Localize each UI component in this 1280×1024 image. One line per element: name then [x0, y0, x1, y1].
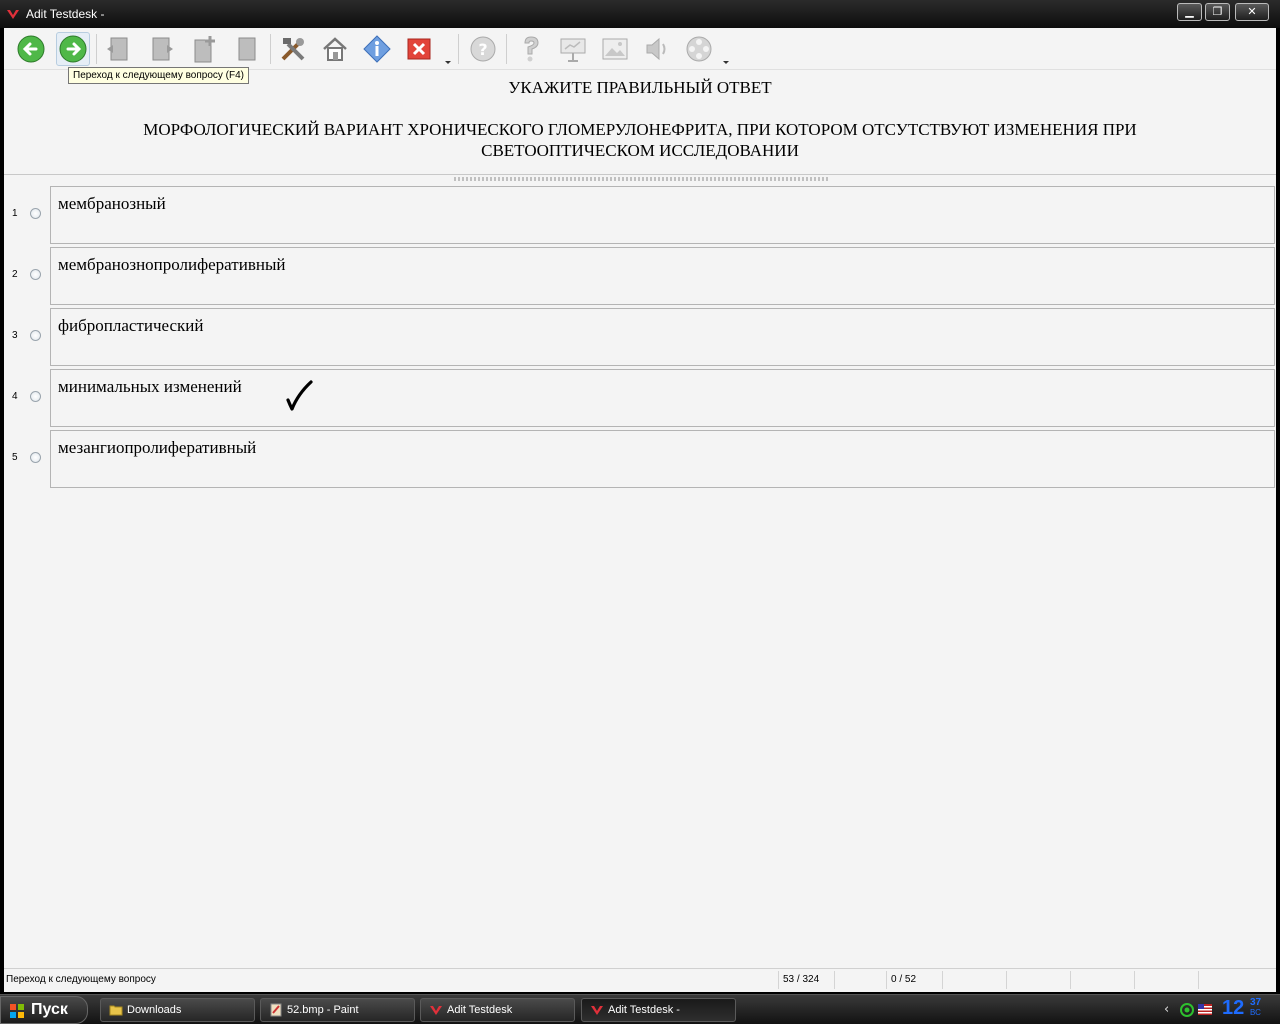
- status-cell-empty: [1134, 971, 1198, 989]
- presentation-icon[interactable]: [556, 32, 590, 66]
- toolbar-separator: [458, 34, 459, 64]
- back-arrow-icon[interactable]: [14, 32, 48, 66]
- answer-number: 5: [12, 452, 18, 463]
- page-icon[interactable]: [230, 32, 264, 66]
- network-icon[interactable]: [1180, 1003, 1194, 1017]
- question-prompt: УКАЖИТЕ ПРАВИЛЬНЫЙ ОТВЕТ: [508, 78, 772, 97]
- task-testdesk-active[interactable]: Adit Testdesk -: [581, 998, 736, 1022]
- dropdown-arrow-icon[interactable]: [723, 61, 729, 64]
- answer-row[interactable]: 4 минимальных изменений: [4, 369, 1276, 427]
- answer-number: 2: [12, 269, 18, 280]
- testdesk-app-icon: [7, 10, 19, 19]
- taskbar: Пуск Downloads 52.bmp - Paint Adit Testd…: [0, 994, 1280, 1024]
- page-right-icon[interactable]: [144, 32, 178, 66]
- minimize-button[interactable]: ▁: [1177, 3, 1202, 21]
- answer-radio[interactable]: [30, 208, 41, 219]
- sound-icon[interactable]: [640, 32, 674, 66]
- start-button[interactable]: Пуск: [0, 996, 88, 1024]
- close-button[interactable]: ✕: [1235, 3, 1269, 21]
- toolbar-separator: [96, 34, 97, 64]
- answer-option[interactable]: мезангиопролиферативный: [50, 430, 1275, 488]
- status-cell-empty: [834, 971, 886, 989]
- answer-text: мембранозный: [58, 194, 166, 213]
- task-label: Downloads: [127, 1004, 182, 1016]
- question-text: МОРФОЛОГИЧЕСКИЙ ВАРИАНТ ХРОНИЧЕСКОГО ГЛО…: [143, 120, 1137, 160]
- answer-option[interactable]: мембранознопролиферативный: [50, 247, 1275, 305]
- testdesk-icon: [591, 1006, 603, 1015]
- answer-number: 1: [12, 208, 18, 219]
- answer-option[interactable]: фибропластический: [50, 308, 1275, 366]
- task-downloads[interactable]: Downloads: [100, 998, 255, 1022]
- system-tray: ‹: [1160, 995, 1280, 1024]
- page-left-icon[interactable]: [102, 32, 136, 66]
- window-title: Adit Testdesk -: [26, 7, 105, 21]
- status-text: Переход к следующему вопросу: [6, 974, 156, 985]
- help-icon[interactable]: ?: [466, 32, 500, 66]
- clock-minute: 37: [1250, 997, 1262, 1008]
- toolbar-separator: [270, 34, 271, 64]
- close-red-icon[interactable]: [402, 32, 436, 66]
- svg-text:?: ?: [478, 40, 487, 59]
- answer-row[interactable]: 5 мезангиопролиферативный: [4, 430, 1276, 488]
- maximize-button[interactable]: ❐: [1205, 3, 1230, 21]
- testdesk-icon: [430, 1006, 442, 1015]
- answer-row[interactable]: 2 мембранознопролиферативный: [4, 247, 1276, 305]
- folder-icon: [109, 1005, 123, 1016]
- task-testdesk[interactable]: Adit Testdesk: [420, 998, 575, 1022]
- home-icon[interactable]: [318, 32, 352, 66]
- answer-option[interactable]: минимальных изменений: [50, 369, 1275, 427]
- toolbar-separator: [506, 34, 507, 64]
- answer-row[interactable]: 1 мембранозный: [4, 186, 1276, 244]
- status-bar: Переход к следующему вопросу 53 / 324 0 …: [4, 968, 1276, 990]
- hint-icon[interactable]: [514, 32, 548, 66]
- answer-text: минимальных изменений: [58, 377, 242, 396]
- splitter-handle[interactable]: [454, 177, 828, 181]
- answer-number: 4: [12, 391, 18, 402]
- answer-option[interactable]: мембранозный: [50, 186, 1275, 244]
- toolbar: ?: [4, 28, 1276, 70]
- task-label: 52.bmp - Paint: [287, 1004, 359, 1016]
- start-label: Пуск: [31, 1001, 68, 1018]
- tools-icon[interactable]: [276, 32, 310, 66]
- answer-radio[interactable]: [30, 330, 41, 341]
- language-flag-icon[interactable]: [1198, 1004, 1212, 1015]
- status-cell-empty: [1006, 971, 1070, 989]
- dropdown-arrow-icon[interactable]: [445, 61, 451, 64]
- status-cell-empty: [1070, 971, 1134, 989]
- checkmark-icon: [286, 380, 313, 411]
- answer-row[interactable]: 3 фибропластический: [4, 308, 1276, 366]
- page-add-icon[interactable]: [188, 32, 222, 66]
- video-reel-icon[interactable]: [682, 32, 716, 66]
- clock-day: ВС: [1250, 1008, 1261, 1017]
- answer-number: 3: [12, 330, 18, 341]
- tray-expand-icon[interactable]: ‹: [1164, 1002, 1169, 1017]
- task-label: Adit Testdesk -: [608, 1004, 680, 1016]
- answer-text: фибропластический: [58, 316, 204, 335]
- answer-radio[interactable]: [30, 269, 41, 280]
- answer-text: мембранознопролиферативный: [58, 255, 286, 274]
- question-panel: УКАЖИТЕ ПРАВИЛЬНЫЙ ОТВЕТ МОРФОЛОГИЧЕСКИЙ…: [4, 71, 1276, 175]
- info-icon[interactable]: [360, 32, 394, 66]
- question-counter: 53 / 324: [778, 971, 834, 989]
- task-paint[interactable]: 52.bmp - Paint: [260, 998, 415, 1022]
- status-cell-empty: [942, 971, 1006, 989]
- answer-radio[interactable]: [30, 391, 41, 402]
- windows-flag-icon: [10, 1004, 24, 1018]
- answer-radio[interactable]: [30, 452, 41, 463]
- image-icon[interactable]: [598, 32, 632, 66]
- clock-hour: 12: [1222, 997, 1245, 1019]
- status-cell-empty: [1198, 971, 1274, 989]
- app-window: ? Переход к следующему вопросу (F4) УКАЖ…: [4, 28, 1276, 992]
- task-label: Adit Testdesk: [447, 1004, 513, 1016]
- score-counter: 0 / 52: [886, 971, 942, 989]
- answer-text: мезангиопролиферативный: [58, 438, 257, 457]
- forward-arrow-icon[interactable]: [56, 32, 90, 66]
- title-bar: Adit Testdesk - ▁ ❐ ✕: [0, 0, 1280, 28]
- paint-icon: [270, 1003, 282, 1017]
